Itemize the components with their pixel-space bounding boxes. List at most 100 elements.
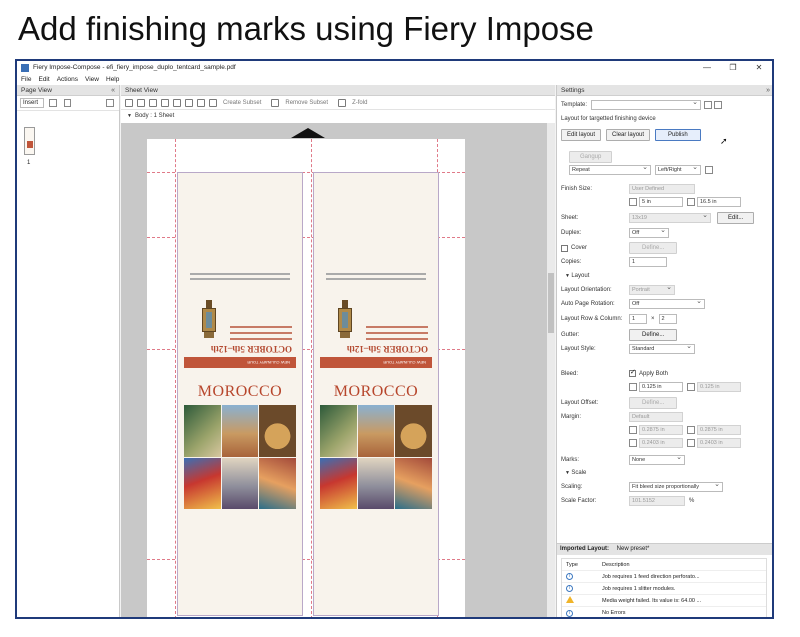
style-dropdown[interactable]: Standard: [629, 343, 695, 354]
marks-dropdown[interactable]: None: [629, 454, 685, 465]
fiery-impose-window: Fiery Impose-Compose - efi_fiery_impose_…: [15, 59, 774, 619]
blank-page-icon[interactable]: [106, 99, 114, 107]
minimize-icon[interactable]: —: [694, 63, 720, 72]
finish-height-input[interactable]: 16.5 in: [697, 197, 741, 207]
finish-size-label: Finish Size:: [561, 186, 593, 192]
copies-label: Copies:: [561, 259, 582, 265]
gangup-button[interactable]: Gangup: [569, 151, 613, 163]
trim-tool-icon[interactable]: [149, 98, 157, 107]
duplex-row: Duplex: Off: [561, 227, 669, 238]
orientation-dropdown[interactable]: Portrait: [629, 284, 675, 295]
fit-page-icon[interactable]: [185, 98, 193, 107]
scaling-dropdown[interactable]: Fit bleed size proportionally: [629, 481, 723, 492]
clear-layout-button[interactable]: Clear layout: [606, 129, 651, 141]
offset-define-button[interactable]: Define...: [629, 397, 678, 409]
hand-icon[interactable]: [137, 98, 145, 107]
create-subset-button[interactable]: Create Subset: [223, 100, 261, 106]
close-icon[interactable]: ✕: [746, 63, 772, 72]
scale-factor-input[interactable]: 101.5152: [629, 496, 685, 506]
sheet-label: Sheet:: [561, 215, 579, 221]
finish-size-dropdown[interactable]: User Defined: [629, 184, 695, 194]
cover-define-button[interactable]: Define...: [629, 242, 678, 254]
direction-icon[interactable]: [705, 166, 713, 174]
copies-input[interactable]: 1: [629, 257, 667, 267]
expand-icon[interactable]: ▼: [127, 113, 132, 119]
info-icon: i: [566, 573, 573, 580]
feed-direction-arrow: [291, 128, 325, 138]
tent-card-right[interactable]: NEW CULINARY TOUR OCTOBER 5th–12th MOROC…: [313, 172, 439, 616]
remove-subset-button[interactable]: Remove Subset: [285, 100, 328, 106]
menu-edit[interactable]: Edit: [38, 76, 49, 83]
create-subset-icon[interactable]: [209, 98, 217, 107]
insert-dropdown[interactable]: Insert: [20, 98, 45, 108]
apply-both-checkbox[interactable]: [629, 368, 636, 377]
menu-file[interactable]: File: [21, 76, 31, 83]
edit-layout-button[interactable]: Edit layout: [561, 129, 602, 141]
menu-view[interactable]: View: [85, 76, 99, 83]
grid-icon[interactable]: [197, 98, 205, 107]
repeat-dropdown[interactable]: Repeat: [569, 164, 651, 175]
delete-icon[interactable]: [714, 101, 722, 109]
layout-section[interactable]: Layout: [565, 273, 589, 279]
rows-input[interactable]: 1: [629, 314, 647, 324]
finish-width-input[interactable]: 5 in: [639, 197, 683, 207]
direction-dropdown[interactable]: Left/Right: [655, 164, 701, 175]
marks-row: Marks: None: [561, 454, 685, 465]
sheet-edit-button[interactable]: Edit...: [717, 212, 755, 224]
cover-checkbox[interactable]: [561, 244, 568, 252]
photo-tagine: [395, 405, 432, 457]
duplex-dropdown[interactable]: Off: [629, 227, 669, 238]
offset-row: Layout Offset: Define...: [561, 397, 678, 409]
menu-help[interactable]: Help: [106, 76, 119, 83]
margin-left-input[interactable]: 0.2403 in: [639, 438, 683, 448]
z-fold-icon[interactable]: [338, 98, 347, 107]
table-row[interactable]: i Job requires 1 slitter modules.: [562, 583, 766, 595]
delete-icon[interactable]: [63, 99, 72, 107]
bookmark-icon[interactable]: [49, 99, 57, 107]
margin-mode-dropdown[interactable]: Default: [629, 412, 683, 422]
rotation-dropdown[interactable]: Off: [629, 298, 705, 309]
settings-header: Settings »: [557, 85, 772, 96]
card-title: MOROCCO: [333, 383, 419, 400]
table-row[interactable]: i No Errors: [562, 607, 766, 617]
table-row[interactable]: i Job requires 1 feed direction perforat…: [562, 571, 766, 583]
lantern-image: [202, 294, 216, 338]
menu-actions[interactable]: Actions: [57, 76, 78, 83]
pointer-icon[interactable]: [125, 98, 133, 107]
layout-description: Layout for targetted finishing device: [561, 116, 656, 122]
sheet-canvas[interactable]: NEW CULINARY TOUR OCTOBER 5th–12th MOROC…: [121, 123, 547, 617]
page-thumbnail[interactable]: [24, 127, 35, 155]
bleed-height-input[interactable]: 0.125 in: [697, 382, 741, 392]
remove-subset-icon[interactable]: [271, 98, 280, 107]
bleed-width-input[interactable]: 0.125 in: [639, 382, 683, 392]
tent-card-left[interactable]: NEW CULINARY TOUR OCTOBER 5th–12th MOROC…: [177, 172, 303, 616]
z-fold-button[interactable]: Z-fold: [352, 100, 367, 106]
margin-right-input[interactable]: 0.2403 in: [697, 438, 741, 448]
page-view-toolbar: Insert: [17, 96, 119, 111]
table-row[interactable]: Media weight failed. Its value is: 64.00…: [562, 595, 766, 607]
save-icon[interactable]: [704, 101, 712, 109]
sheet-dropdown[interactable]: 13x19: [629, 212, 711, 223]
collapse-icon[interactable]: »: [766, 87, 770, 94]
photo-desert: [357, 405, 395, 457]
body-label[interactable]: ▼ Body : 1 Sheet: [121, 110, 555, 122]
columns-input[interactable]: 2: [658, 314, 677, 324]
margin-top-input[interactable]: 0.2875 in: [639, 425, 683, 435]
photo-desert: [221, 405, 259, 457]
scale-section[interactable]: Scale: [565, 470, 586, 476]
margin-bottom-input[interactable]: 0.2875 in: [697, 425, 741, 435]
bleed-height-icon: [687, 383, 695, 391]
margin-left-icon: [629, 439, 637, 447]
rotation-row: Auto Page Rotation: Off: [561, 298, 705, 309]
message-text: Job requires 1 slitter modules.: [602, 585, 676, 592]
scroll-thumb[interactable]: [548, 273, 554, 333]
publish-button[interactable]: Publish: [655, 129, 701, 141]
maximize-icon[interactable]: ❐: [720, 63, 746, 72]
collapse-icon[interactable]: «: [111, 87, 115, 94]
sheet-view-title: Sheet View: [125, 86, 158, 94]
gutter-define-button[interactable]: Define...: [629, 329, 678, 341]
zoom-in-icon[interactable]: [161, 98, 169, 107]
template-dropdown[interactable]: [591, 99, 701, 110]
zoom-out-icon[interactable]: [173, 98, 181, 107]
vertical-scrollbar[interactable]: [547, 123, 555, 617]
